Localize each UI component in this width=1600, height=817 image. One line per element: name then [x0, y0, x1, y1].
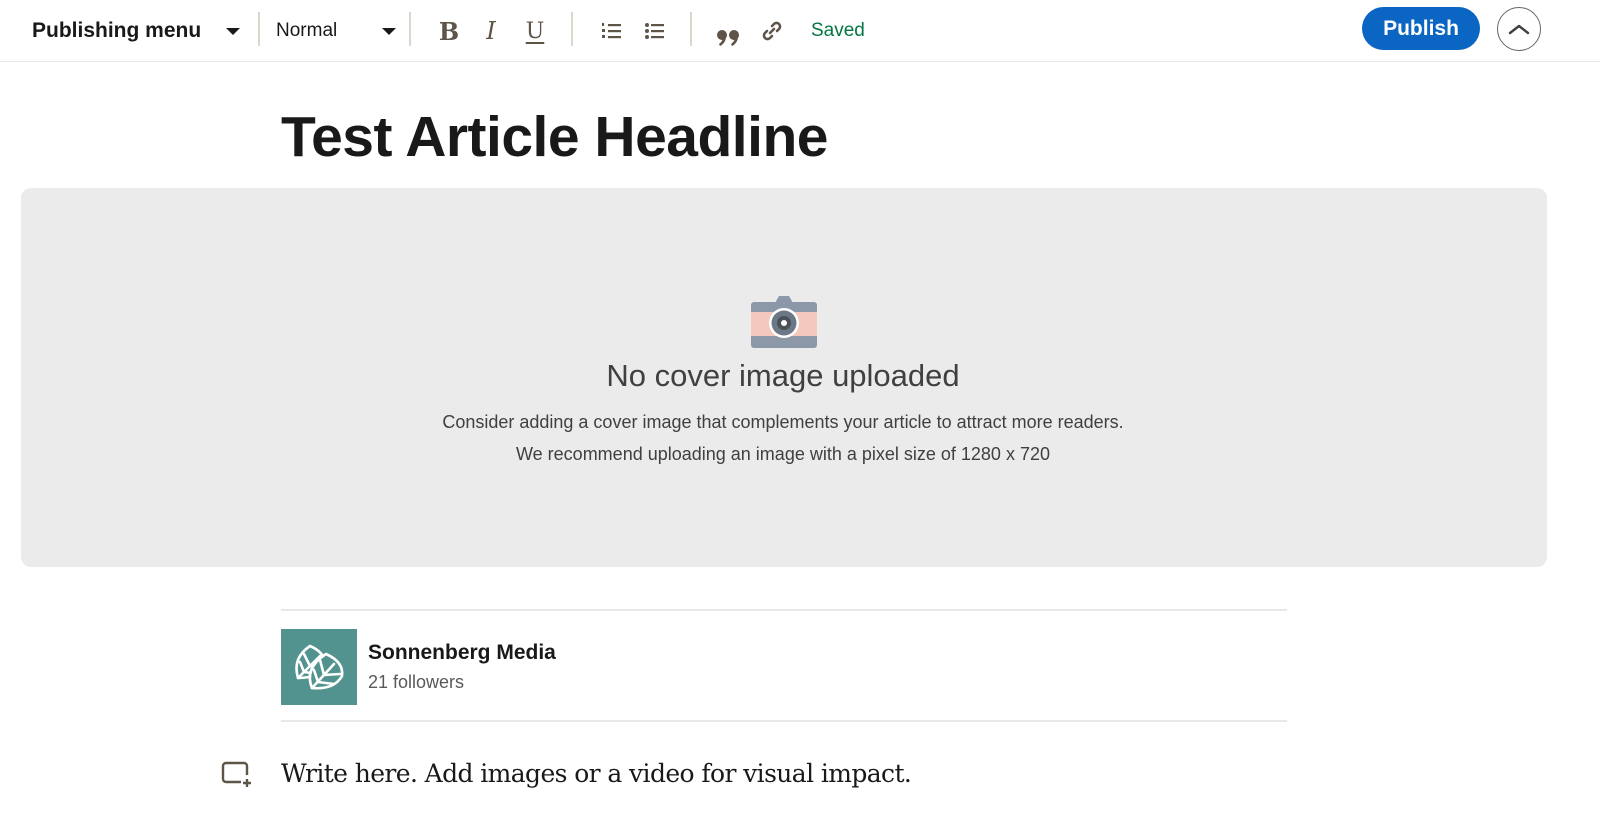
article-headline[interactable]: Test Article Headline — [281, 104, 829, 170]
underline-button[interactable]: U — [520, 0, 550, 62]
text-style-select[interactable]: Normal — [276, 0, 337, 62]
organization-logo[interactable] — [281, 629, 357, 705]
camera-icon — [751, 296, 817, 348]
collapse-toolbar-button[interactable] — [1497, 7, 1541, 51]
numbered-list-button[interactable] — [597, 0, 627, 62]
add-media-button[interactable] — [221, 760, 253, 788]
cover-empty-title: No cover image uploaded — [606, 358, 960, 393]
numbered-list-icon — [602, 23, 621, 39]
publish-button[interactable]: Publish — [1362, 7, 1480, 50]
publishing-menu-button[interactable]: Publishing menu — [32, 0, 201, 62]
bulleted-list-button[interactable] — [640, 0, 670, 62]
toolbar-divider — [690, 12, 692, 46]
toolbar-divider — [571, 12, 573, 46]
organization-followers: 21 followers — [368, 672, 465, 692]
chevron-up-icon — [1508, 24, 1530, 35]
cover-size-recommendation: We recommend uploading an image with a p… — [516, 444, 1050, 464]
add-media-icon — [221, 761, 251, 787]
toolbar-divider — [409, 12, 411, 46]
editor-toolbar: Publishing menu Normal B I U Saved Publi… — [0, 0, 1600, 62]
link-icon — [762, 21, 782, 41]
text-style-chevron-down-icon[interactable] — [382, 0, 396, 62]
italic-button[interactable]: I — [476, 0, 506, 62]
bold-button[interactable]: B — [434, 0, 464, 62]
divider — [281, 609, 1287, 611]
bulleted-list-icon — [645, 23, 664, 39]
quote-icon — [717, 30, 739, 46]
save-status: Saved — [811, 20, 865, 41]
leaf-logo-icon — [295, 644, 344, 690]
toolbar-divider — [258, 12, 260, 46]
link-button[interactable] — [757, 0, 787, 62]
article-body-input[interactable]: Write here. Add images or a video for vi… — [281, 759, 912, 788]
cover-description: Consider adding a cover image that compl… — [442, 412, 1124, 432]
publishing-menu-chevron-down-icon[interactable] — [226, 0, 240, 62]
quote-button[interactable] — [714, 0, 744, 62]
organization-name[interactable]: Sonnenberg Media — [368, 641, 556, 665]
divider — [281, 720, 1287, 722]
